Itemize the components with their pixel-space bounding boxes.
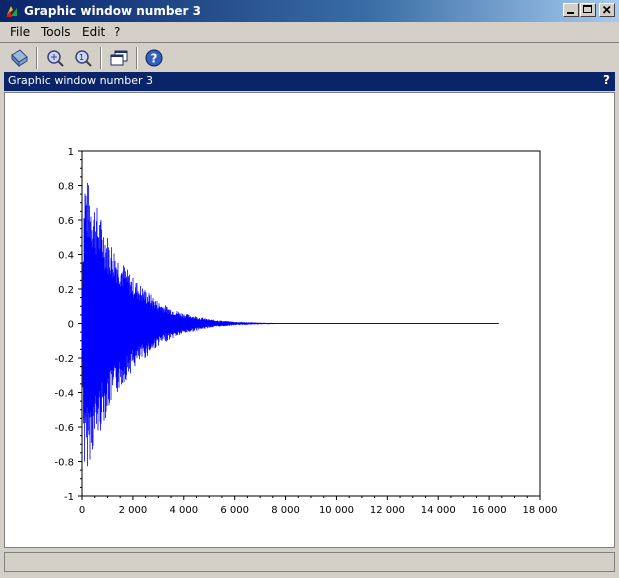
graphic-canvas[interactable]: 1 0.8 0.6 0.4 0.2 0 -0.2 -0.4 -0.6 -0.8 -1 0 2 000 4 … [4,92,615,548]
x-tick-label: 18 000 [523,505,558,516]
zoom-reset-button[interactable]: 1 [72,47,94,69]
maximize-button[interactable] [580,3,596,17]
x-tick-label: 0 [79,505,85,516]
toolbar-separator [36,47,38,69]
scilab-app-icon [6,6,17,17]
dock-title: Graphic window number 3 [8,74,153,87]
zoom-button[interactable] [44,47,66,69]
y-tick-label: -0.2 [54,354,74,365]
toolbar: 1 ? [0,42,619,72]
dock-help-button[interactable]: ? [603,73,610,87]
plot-area: 1 0.8 0.6 0.4 0.2 0 -0.2 -0.4 -0.6 -0.8 -1 0 2 000 4 … [54,147,558,516]
x-tick-label: 14 000 [421,505,456,516]
x-tick-label: 4 000 [169,505,198,516]
zoom-icon [47,50,64,67]
x-tick-label: 8 000 [271,505,300,516]
close-icon [602,5,611,14]
menu-edit[interactable]: Edit [82,25,105,39]
y-tick-label: 0.4 [58,251,74,262]
y-tick-label: 1 [68,147,74,158]
window-title: Graphic window number 3 [24,4,202,18]
x-tick-label: 6 000 [220,505,249,516]
title-bar: Graphic window number 3 [0,0,619,22]
y-tick-label: -0.6 [54,423,74,434]
menu-tools[interactable]: Tools [41,25,71,39]
rotate-icon [11,49,28,68]
close-button[interactable] [599,3,615,17]
dock-title-bar: Graphic window number 3 ? [4,72,615,91]
rotate-button[interactable] [8,47,30,69]
x-tick-label: 10 000 [319,505,354,516]
windows-icon [110,50,128,66]
help-button[interactable]: ? [143,47,165,69]
y-tick-label: 0.2 [58,285,74,296]
x-tick-label: 2 000 [119,505,148,516]
x-tick-label: 12 000 [370,505,405,516]
minimize-button[interactable] [563,3,579,17]
menu-bar: File Tools Edit ? [0,22,619,42]
x-tick-label: 16 000 [472,505,507,516]
toolbar-separator [136,47,138,69]
y-tick-label: 0.6 [58,216,74,227]
svg-text:?: ? [151,52,158,66]
signal-series [81,182,329,467]
zoom-reset-icon: 1 [75,50,92,67]
menu-file[interactable]: File [10,25,30,39]
windows-button[interactable] [108,47,130,69]
toolbar-separator [100,47,102,69]
y-tick-label: 0 [68,320,74,331]
y-tick-label: -0.8 [54,458,74,469]
y-tick-label: -1 [64,492,74,503]
y-tick-label: 0.8 [58,182,74,193]
help-icon: ? [145,49,163,67]
menu-help[interactable]: ? [114,25,120,39]
status-bar [4,552,615,572]
svg-text:1: 1 [79,53,84,62]
y-tick-label: -0.4 [54,389,74,400]
